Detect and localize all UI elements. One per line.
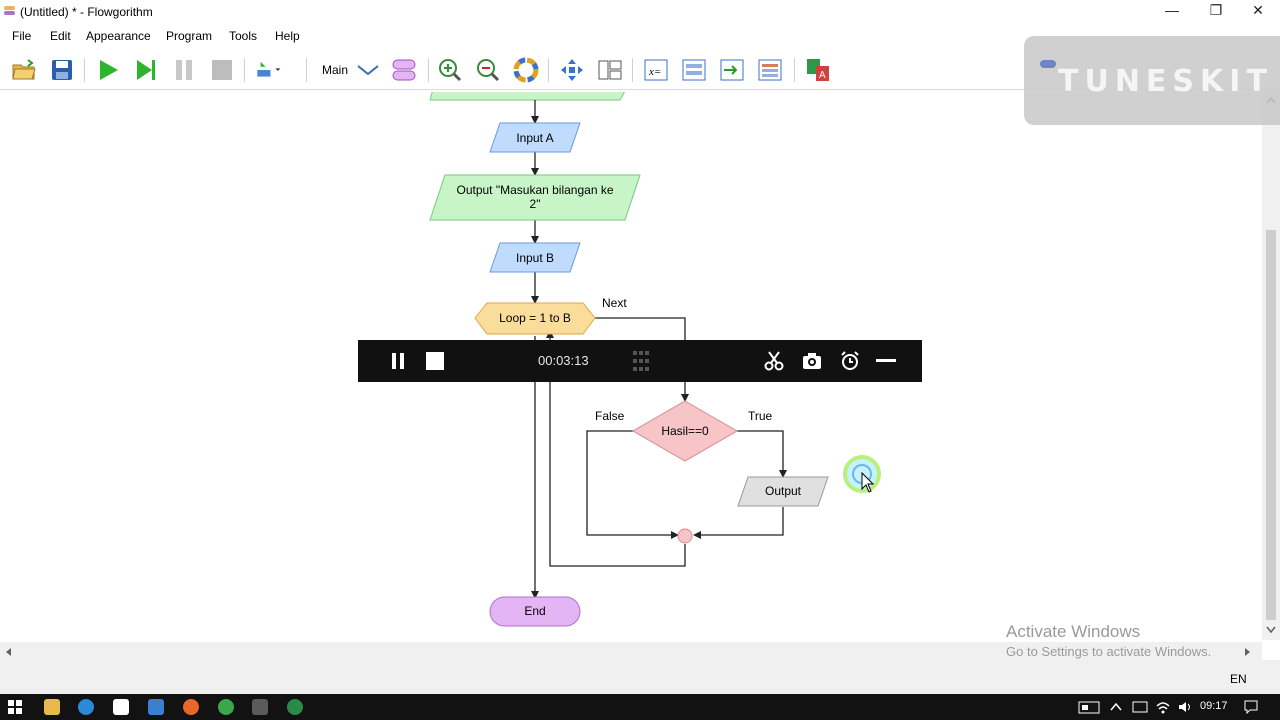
stop-recording-icon[interactable] <box>426 352 444 370</box>
run-icon[interactable] <box>94 56 122 84</box>
taskbar-clock: 09:17 <box>1200 700 1228 712</box>
flowgorithm-app-icon <box>4 6 15 15</box>
edge-browser-icon[interactable] <box>78 699 94 715</box>
open-folder-icon[interactable] <box>10 56 38 84</box>
menu-appearance[interactable]: Appearance <box>86 29 151 43</box>
chart-view-icon[interactable] <box>756 56 784 84</box>
loop-next-label: Next <box>602 296 627 310</box>
flowgorithm-taskbar-icon[interactable] <box>252 699 268 715</box>
zoom-out-icon[interactable] <box>474 56 502 84</box>
pause-recording-icon[interactable] <box>390 352 406 370</box>
menu-help[interactable]: Help <box>275 29 300 43</box>
minimize-button[interactable]: — <box>1150 0 1194 22</box>
vertical-scrollbar[interactable] <box>1262 92 1280 640</box>
status-bar: EN <box>0 660 1280 694</box>
chevron-down-icon[interactable] <box>354 56 382 84</box>
notifications-icon[interactable] <box>1244 700 1258 714</box>
alarm-clock-icon[interactable] <box>839 350 861 372</box>
input-a-label: Input A <box>516 131 553 145</box>
layout-icon[interactable] <box>596 56 624 84</box>
scroll-down-icon[interactable] <box>1266 626 1276 634</box>
camera-icon[interactable] <box>802 351 822 371</box>
color-palette-icon[interactable] <box>512 56 540 84</box>
output-node-partial[interactable] <box>429 92 630 101</box>
scroll-left-icon[interactable] <box>4 647 12 657</box>
menu-edit[interactable]: Edit <box>50 29 71 43</box>
toolbar-separator <box>244 58 245 82</box>
minimize-recorder-icon[interactable] <box>876 358 896 364</box>
toolbar-separator <box>84 58 85 82</box>
tuneskit-logo-text: TUNESKIT <box>1058 64 1273 99</box>
zoom-in-icon[interactable] <box>436 56 464 84</box>
output-masukan-label-line1: Output "Masukan bilangan ke <box>456 183 613 197</box>
chevron-up-icon[interactable] <box>1110 702 1122 712</box>
file-explorer-icon[interactable] <box>44 699 60 715</box>
recording-timer: 00:03:13 <box>538 353 589 368</box>
store-icon[interactable] <box>113 699 129 715</box>
recorder-taskbar-icon[interactable] <box>287 699 303 715</box>
input-b-label: Input B <box>516 251 554 265</box>
volume-icon[interactable] <box>1178 700 1194 714</box>
vertical-scroll-thumb[interactable] <box>1266 230 1276 620</box>
wifi-icon[interactable] <box>1156 700 1170 714</box>
move-icon[interactable] <box>558 56 586 84</box>
output-node-label: Output <box>765 484 802 498</box>
chrome-icon[interactable] <box>218 699 234 715</box>
decision-true-label: True <box>748 409 773 423</box>
toolbar-separator <box>306 58 307 82</box>
close-button[interactable]: ✕ <box>1236 0 1280 22</box>
windows-start-icon[interactable] <box>8 700 22 714</box>
menu-tools[interactable]: Tools <box>229 29 257 43</box>
mail-icon[interactable] <box>148 699 164 715</box>
activate-windows-subtitle: Go to Settings to activate Windows. <box>1006 644 1212 659</box>
output-return-line <box>693 507 784 539</box>
add-function-icon[interactable] <box>390 56 418 84</box>
step-icon[interactable] <box>132 56 160 84</box>
menu-program[interactable]: Program <box>166 29 212 43</box>
console-icon[interactable] <box>680 56 708 84</box>
pause-icon[interactable] <box>170 56 198 84</box>
toolbar-separator <box>632 58 633 82</box>
menu-file[interactable]: File <box>12 29 31 43</box>
loop-label: Loop = 1 to B <box>499 311 571 325</box>
svg-text:x=: x= <box>648 66 661 78</box>
source-code-icon[interactable] <box>718 56 746 84</box>
toolbar-separator <box>428 58 429 82</box>
variables-icon[interactable]: x= <box>642 56 670 84</box>
news-widget-icon[interactable] <box>1078 701 1100 714</box>
toolbar-separator <box>548 58 549 82</box>
screen-recorder-bar: 00:03:13 <box>358 340 922 382</box>
tuneskit-watermark: TUNESKIT <box>1024 36 1280 125</box>
toolbar-separator <box>794 58 795 82</box>
activate-windows-notice: Activate Windows Go to Settings to activ… <box>1006 622 1211 659</box>
restore-button[interactable]: ❐ <box>1194 0 1238 22</box>
drag-handle-icon[interactable] <box>632 350 650 372</box>
activate-windows-title: Activate Windows <box>1006 622 1141 641</box>
svg-text:A: A <box>819 70 826 81</box>
decision-false-label: False <box>595 409 625 423</box>
speed-dropdown-icon[interactable] <box>254 56 282 84</box>
translate-icon[interactable]: A <box>804 56 832 84</box>
function-select[interactable]: Main <box>322 63 348 77</box>
end-label: End <box>524 604 545 618</box>
stop-icon[interactable] <box>208 56 236 84</box>
scissors-icon[interactable] <box>764 351 784 371</box>
decision-label: Hasil==0 <box>661 424 709 438</box>
keyboard-icon[interactable] <box>1132 701 1148 713</box>
windows-taskbar: 09:17 <box>0 694 1280 720</box>
true-branch-line <box>737 430 787 478</box>
merge-point <box>677 528 693 544</box>
save-icon[interactable] <box>48 56 76 84</box>
scroll-right-icon[interactable] <box>1244 647 1252 657</box>
tuneskit-logo-icon <box>1040 60 1056 68</box>
window-title: (Untitled) * - Flowgorithm <box>20 5 153 19</box>
language-indicator: EN <box>1230 672 1247 686</box>
output-masukan-label-line2: 2" <box>530 197 541 211</box>
title-bar: (Untitled) * - Flowgorithm — ❐ ✕ <box>0 0 1280 24</box>
firefox-icon[interactable] <box>183 699 199 715</box>
